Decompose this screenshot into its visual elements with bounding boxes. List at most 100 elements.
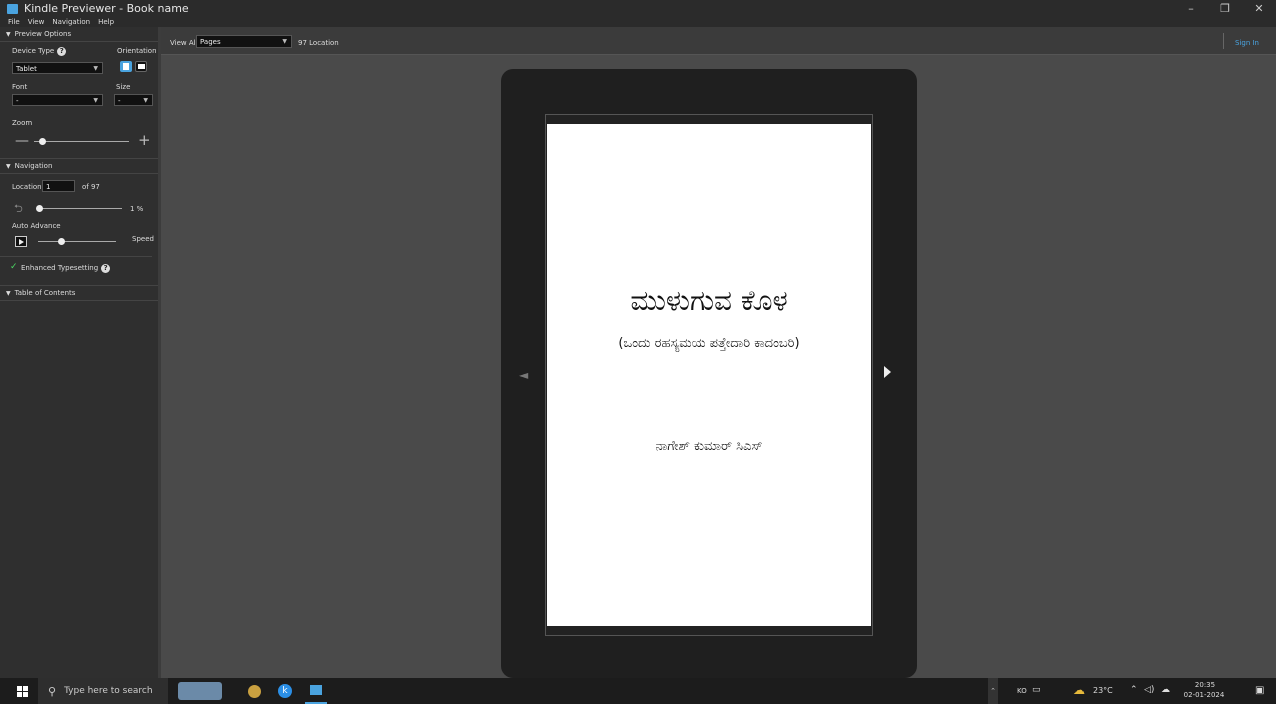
menu-help[interactable]: Help: [98, 18, 114, 26]
notification-icon[interactable]: ▣: [1255, 685, 1264, 696]
book-title: ಮುಳುಗುವ ಕೊಳ: [630, 284, 788, 317]
toolbar-divider: [1223, 33, 1224, 49]
clock-date[interactable]: 02-01-2024: [1177, 691, 1231, 699]
chevron-down-icon: ▼: [93, 65, 98, 72]
next-page-button[interactable]: [884, 366, 891, 378]
enhanced-typesetting-label: Enhanced Typesetting?: [21, 264, 111, 273]
sign-in-link[interactable]: Sign In: [1235, 39, 1259, 47]
back-arrow-icon[interactable]: ⮌: [14, 200, 23, 219]
play-icon: [19, 239, 24, 245]
location-input[interactable]: 1: [42, 180, 75, 192]
help-icon[interactable]: ?: [101, 264, 111, 273]
preview-options-title: Preview Options: [14, 30, 72, 38]
collapse-triangle-icon: ▼: [6, 30, 11, 38]
chevron-up-icon[interactable]: ⌃: [1130, 685, 1138, 695]
keyboard-icon[interactable]: ▭: [1032, 685, 1041, 695]
taskbar-search-box[interactable]: ⚲ Type here to search: [38, 678, 168, 704]
title-bar: Kindle Previewer - Book name – ❐ ✕: [0, 0, 1276, 17]
divider: [0, 256, 152, 257]
device-type-text: Device Type: [12, 47, 55, 55]
temperature[interactable]: 23°C: [1093, 686, 1113, 695]
previous-page-icon: ◄: [519, 368, 529, 382]
start-button[interactable]: [10, 678, 34, 704]
previous-page-button[interactable]: ◄: [519, 368, 528, 382]
location-total: of 97: [82, 183, 100, 191]
windows-taskbar: ⚲ Type here to search k ⌃ KO ▭ ☁ 23°C ⌃ …: [0, 678, 1276, 704]
chevron-down-icon: ▼: [143, 97, 148, 104]
zoom-label: Zoom: [12, 119, 33, 127]
weather-icon[interactable]: ☁: [1073, 683, 1085, 697]
taskbar-browser-icon[interactable]: k: [274, 678, 296, 704]
minimize-button[interactable]: –: [1174, 0, 1208, 17]
device-type-value: Tablet: [16, 65, 37, 73]
input-indicator[interactable]: KO: [1017, 687, 1027, 695]
size-value: -: [118, 97, 121, 105]
volume-icon[interactable]: ◁): [1144, 685, 1154, 695]
collapse-triangle-icon: ▼: [6, 289, 11, 297]
view-mode-select[interactable]: Pages ▼: [196, 35, 292, 48]
portrait-icon: [123, 63, 129, 70]
landscape-icon: [137, 64, 145, 69]
font-label: Font: [12, 83, 28, 91]
orientation-label: Orientation: [117, 47, 157, 55]
menu-view[interactable]: View: [28, 18, 45, 26]
speed-label: Speed: [132, 235, 154, 243]
device-type-label: Device Type?: [12, 47, 67, 56]
enhanced-typesetting-text: Enhanced Typesetting: [21, 264, 99, 272]
play-button[interactable]: [15, 236, 27, 247]
progress-slider-track[interactable]: [38, 208, 122, 209]
toc-title: Table of Contents: [14, 289, 76, 297]
preview-options-header[interactable]: ▼ Preview Options: [0, 27, 158, 42]
navigation-header[interactable]: ▼ Navigation: [0, 158, 158, 174]
progress-percent: 1 %: [130, 205, 144, 213]
restore-button[interactable]: ❐: [1208, 0, 1242, 17]
zoom-in-button[interactable]: +: [138, 131, 151, 149]
search-placeholder: Type here to search: [64, 686, 153, 696]
landscape-orientation-button[interactable]: [135, 61, 147, 72]
speed-slider-thumb[interactable]: [58, 238, 66, 245]
menu-bar: File View Navigation Help: [0, 17, 1276, 27]
speed-slider-track[interactable]: [38, 241, 116, 242]
device-type-select[interactable]: Tablet ▼: [12, 62, 103, 74]
show-hidden-icons-button[interactable]: ⌃: [988, 678, 998, 704]
book-subtitle: (ಒಂದು ರಹಸ್ಯಮಯ ಪತ್ತೇದಾರಿ ಕಾದಂಬರಿ): [618, 336, 800, 351]
zoom-out-button[interactable]: —: [15, 133, 29, 149]
font-value: -: [16, 97, 19, 105]
check-icon: ✓: [10, 262, 18, 272]
clock-time[interactable]: 20:35: [1182, 681, 1228, 689]
size-label: Size: [116, 83, 131, 91]
search-icon: ⚲: [48, 684, 57, 698]
preview-toolbar: View All Pages ▼ 97 Location Sign In: [161, 27, 1276, 55]
taskbar-kindle-previewer-icon[interactable]: [305, 678, 327, 704]
network-icon[interactable]: ☁: [1161, 685, 1170, 695]
window-title: Kindle Previewer - Book name: [24, 2, 189, 15]
size-select[interactable]: - ▼: [114, 94, 153, 106]
widgets-icon[interactable]: [175, 678, 225, 704]
window-controls: – ❐ ✕: [1174, 0, 1276, 17]
navigation-title: Navigation: [14, 162, 53, 170]
location-label: Location: [12, 183, 42, 191]
help-icon[interactable]: ?: [57, 47, 67, 56]
taskbar-app-icon[interactable]: [243, 678, 265, 704]
progress-slider-thumb[interactable]: [35, 205, 43, 212]
auto-advance-label: Auto Advance: [12, 222, 61, 230]
close-button[interactable]: ✕: [1242, 0, 1276, 17]
portrait-orientation-button[interactable]: [120, 61, 132, 72]
book-page: ಮುಳುಗುವ ಕೊಳ (ಒಂದು ರಹಸ್ಯಮಯ ಪತ್ತೇದಾರಿ ಕಾದಂ…: [547, 124, 871, 626]
menu-navigation[interactable]: Navigation: [52, 18, 90, 26]
menu-file[interactable]: File: [8, 18, 20, 26]
kindle-app-icon: [7, 3, 18, 14]
location-value: 1: [46, 183, 51, 191]
zoom-slider-track[interactable]: [34, 141, 129, 142]
book-author: ನಾಗೇಶ್ ಕುಮಾರ್ ಸಿಎಸ್: [655, 439, 763, 454]
chevron-down-icon: ▼: [93, 97, 98, 104]
windows-logo-icon: [16, 685, 28, 697]
zoom-slider-thumb[interactable]: [38, 138, 46, 145]
chevron-down-icon: ▼: [282, 38, 287, 45]
toc-header[interactable]: ▼ Table of Contents: [0, 285, 158, 301]
collapse-triangle-icon: ▼: [6, 162, 11, 170]
sidebar: ▼ Preview Options Device Type? Orientati…: [0, 27, 161, 678]
view-all-label: View All: [170, 39, 198, 47]
font-select[interactable]: - ▼: [12, 94, 103, 106]
view-mode-value: Pages: [200, 38, 221, 46]
